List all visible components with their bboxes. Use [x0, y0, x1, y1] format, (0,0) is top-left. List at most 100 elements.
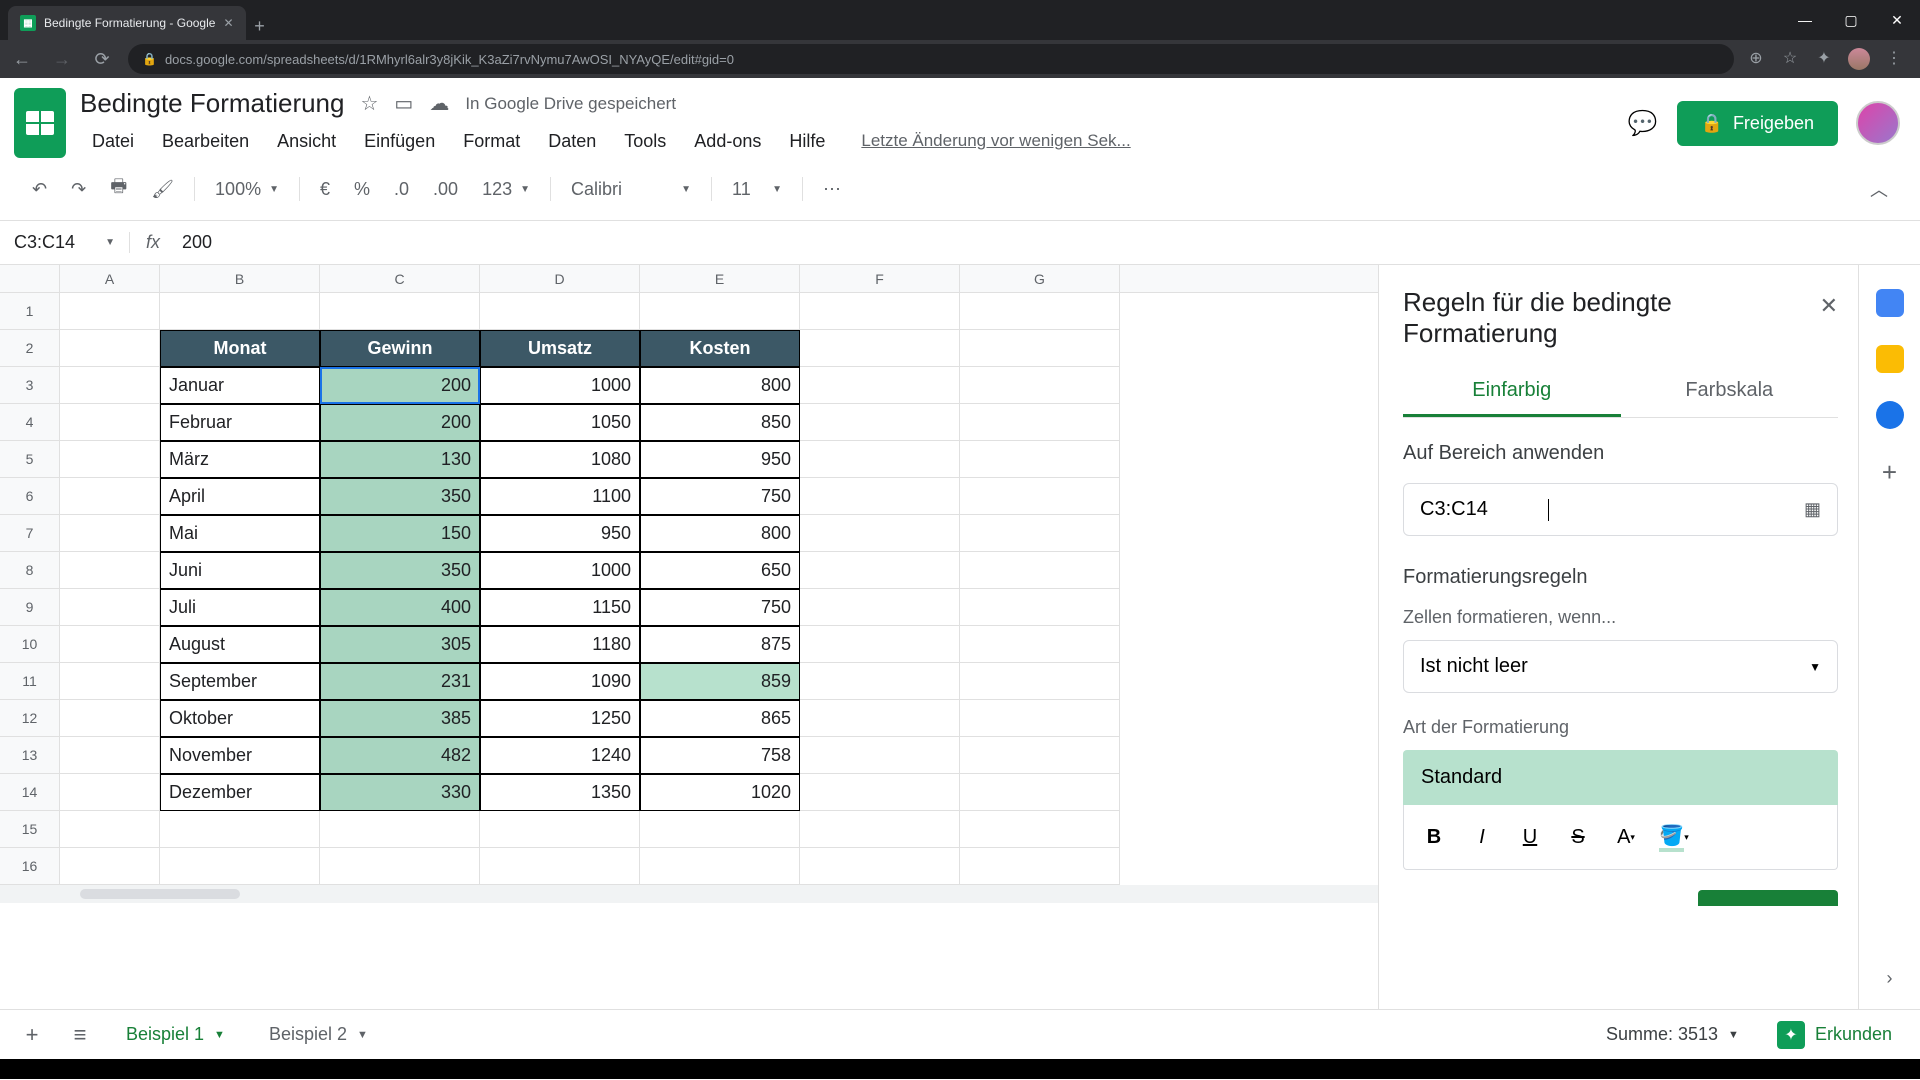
cell[interactable]	[960, 478, 1120, 515]
cell[interactable]	[480, 811, 640, 848]
tab-color-scale[interactable]: Farbskala	[1621, 367, 1839, 417]
cell[interactable]: 1090	[480, 663, 640, 700]
add-addon-button[interactable]: +	[1882, 457, 1897, 488]
row-header[interactable]: 13	[0, 737, 60, 774]
cell[interactable]	[800, 478, 960, 515]
forward-button[interactable]: →	[48, 49, 76, 70]
cell[interactable]	[60, 552, 160, 589]
close-panel-button[interactable]: ✕	[1820, 293, 1838, 319]
row-header[interactable]: 6	[0, 478, 60, 515]
collapse-rail-button[interactable]: ›	[1887, 968, 1893, 989]
menu-view[interactable]: Ansicht	[265, 125, 348, 158]
cell[interactable]	[60, 848, 160, 885]
cell[interactable]: 1000	[480, 552, 640, 589]
cell[interactable]	[960, 848, 1120, 885]
row-header[interactable]: 15	[0, 811, 60, 848]
cell[interactable]: Kosten	[640, 330, 800, 367]
cell[interactable]: Umsatz	[480, 330, 640, 367]
cell[interactable]	[640, 811, 800, 848]
cell[interactable]	[800, 441, 960, 478]
menu-file[interactable]: Datei	[80, 125, 146, 158]
maximize-button[interactable]: ▢	[1828, 0, 1874, 40]
cell[interactable]	[480, 848, 640, 885]
cell[interactable]: 200	[320, 367, 480, 404]
cell[interactable]	[60, 441, 160, 478]
column-header[interactable]: B	[160, 265, 320, 292]
cell[interactable]: Mai	[160, 515, 320, 552]
calendar-icon[interactable]	[1876, 289, 1904, 317]
cell[interactable]: 330	[320, 774, 480, 811]
cell[interactable]	[800, 848, 960, 885]
cell[interactable]	[60, 774, 160, 811]
cell[interactable]: 950	[640, 441, 800, 478]
menu-insert[interactable]: Einfügen	[352, 125, 447, 158]
cell[interactable]	[960, 552, 1120, 589]
row-header[interactable]: 14	[0, 774, 60, 811]
cell[interactable]: 1250	[480, 700, 640, 737]
minimize-button[interactable]: —	[1782, 0, 1828, 40]
cell[interactable]	[60, 737, 160, 774]
cell[interactable]: November	[160, 737, 320, 774]
cell[interactable]	[960, 737, 1120, 774]
cell[interactable]	[800, 330, 960, 367]
cell[interactable]: 859	[640, 663, 800, 700]
cell[interactable]	[960, 700, 1120, 737]
done-button[interactable]	[1698, 890, 1838, 906]
cell[interactable]	[60, 330, 160, 367]
add-sheet-button[interactable]: +	[12, 1015, 52, 1055]
more-tools-button[interactable]: ⋯	[813, 173, 851, 206]
horizontal-scrollbar[interactable]	[0, 885, 1378, 903]
cell[interactable]	[960, 404, 1120, 441]
cell[interactable]: Januar	[160, 367, 320, 404]
row-header[interactable]: 2	[0, 330, 60, 367]
cell[interactable]	[960, 293, 1120, 330]
row-header[interactable]: 5	[0, 441, 60, 478]
cell[interactable]: 385	[320, 700, 480, 737]
row-header[interactable]: 7	[0, 515, 60, 552]
decrease-decimal-button[interactable]: .0	[384, 173, 419, 206]
select-all-corner[interactable]	[0, 265, 60, 292]
move-icon[interactable]: ▭	[394, 91, 413, 116]
last-edit-link[interactable]: Letzte Änderung vor wenigen Sek...	[849, 125, 1142, 158]
number-format-dropdown[interactable]: 123▼	[472, 173, 540, 206]
cell[interactable]: 850	[640, 404, 800, 441]
row-header[interactable]: 10	[0, 626, 60, 663]
cell[interactable]: 758	[640, 737, 800, 774]
cell[interactable]: 1240	[480, 737, 640, 774]
cell[interactable]: 800	[640, 367, 800, 404]
chrome-menu-icon[interactable]: ⋮	[1884, 48, 1904, 70]
column-header[interactable]: E	[640, 265, 800, 292]
cell[interactable]: Februar	[160, 404, 320, 441]
cell[interactable]: 350	[320, 552, 480, 589]
row-header[interactable]: 3	[0, 367, 60, 404]
row-header[interactable]: 12	[0, 700, 60, 737]
menu-addons[interactable]: Add-ons	[682, 125, 773, 158]
row-header[interactable]: 16	[0, 848, 60, 885]
tasks-icon[interactable]	[1876, 401, 1904, 429]
cell[interactable]: 1000	[480, 367, 640, 404]
cell[interactable]	[960, 663, 1120, 700]
italic-button[interactable]: I	[1460, 817, 1504, 857]
cell[interactable]: 200	[320, 404, 480, 441]
cell[interactable]: Juni	[160, 552, 320, 589]
cell[interactable]	[800, 367, 960, 404]
cell[interactable]	[60, 293, 160, 330]
cell[interactable]: 150	[320, 515, 480, 552]
cell[interactable]	[60, 404, 160, 441]
cell[interactable]: 1180	[480, 626, 640, 663]
cell[interactable]	[480, 293, 640, 330]
cell[interactable]: 950	[480, 515, 640, 552]
cell[interactable]: August	[160, 626, 320, 663]
cell[interactable]	[320, 811, 480, 848]
comments-icon[interactable]: 💬	[1627, 107, 1659, 139]
currency-button[interactable]: €	[310, 173, 340, 206]
cell[interactable]: 482	[320, 737, 480, 774]
cell[interactable]: 750	[640, 478, 800, 515]
condition-dropdown[interactable]: Ist nicht leer▼	[1403, 640, 1838, 693]
cell[interactable]: 305	[320, 626, 480, 663]
cell[interactable]: 350	[320, 478, 480, 515]
cell[interactable]	[800, 774, 960, 811]
cloud-icon[interactable]: ☁	[429, 91, 449, 116]
cell[interactable]: Gewinn	[320, 330, 480, 367]
star-icon[interactable]: ☆	[360, 91, 378, 116]
